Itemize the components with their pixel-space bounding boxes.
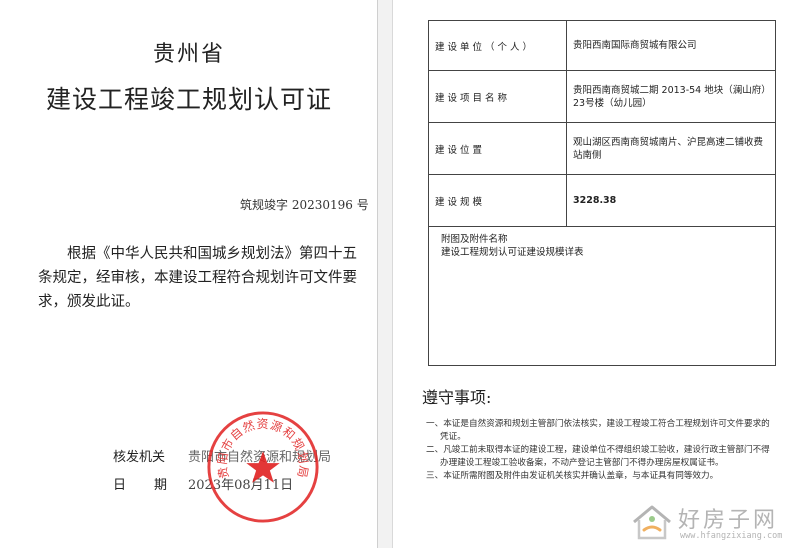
province-heading: 贵州省	[152, 42, 225, 67]
rules-list: 一、本证是自然资源和规划主管部门依法核实，建设工程竣工符合工程规划许可文件要求的…	[426, 418, 778, 484]
watermark-name: 好房子网	[678, 508, 779, 533]
row-label-scale: 建设规模	[428, 174, 567, 227]
row-label-location: 建设位置	[428, 122, 567, 175]
table-row: 建设单位（个人） 贵阳西南国际商贸城有限公司	[428, 20, 776, 71]
list-item: 三、本证所需附图及附件由发证机关核实并确认盖章，与本证具有同等效力。	[426, 471, 719, 481]
certificate-title: 建设工程竣工规划认可证	[45, 85, 332, 114]
table-row: 建设项目名称 贵阳西南商贸城二期 2013-54 地块（澜山府）23号楼（幼儿园…	[428, 70, 776, 123]
certificate-cover-page: 贵州省 建设工程竣工规划认可证 筑规竣字 20230196 号 根据《中华人民共…	[0, 0, 378, 548]
row-value-builder: 贵阳西南国际商贸城有限公司	[566, 20, 776, 71]
row-label-project-name: 建设项目名称	[428, 70, 567, 123]
attachments-box: 附图及附件名称 建设工程规划认可证建设规模详表	[428, 226, 776, 366]
table-row: 建设规模 3228.38	[428, 174, 776, 227]
date-label: 日期	[113, 478, 196, 493]
attachments-label: 附图及附件名称	[441, 234, 508, 245]
list-item: 二、凡竣工前未取得本证的建设工程，建设单位不得组织竣工验收，建设行政主管部门不得…	[426, 445, 770, 468]
list-item: 一、本证是自然资源和规划主管部门依法核实，建设工程竣工符合工程规划许可文件要求的…	[426, 419, 770, 442]
certificate-statement: 根据《中华人民共和国城乡规划法》第四十五条规定，经审核，本建设工程符合规划许可文…	[38, 246, 357, 310]
certificate-number: 筑规竣字 20230196 号	[240, 198, 369, 212]
official-seal-icon: 贵阳市自然资源和规划局	[207, 411, 319, 523]
row-label-builder: 建设单位（个人）	[428, 20, 567, 71]
house-logo-icon	[633, 505, 671, 540]
rules-title: 遵守事项:	[422, 388, 492, 407]
table-row: 建设位置 观山湖区西南商贸城南片、沪昆高速二铺收费站南侧	[428, 122, 776, 175]
site-watermark: 好房子网 www.hfangzixiang.com	[600, 498, 800, 548]
row-value-scale: 3228.38	[566, 174, 776, 227]
row-value-project-name: 贵阳西南商贸城二期 2013-54 地块（澜山府）23号楼（幼儿园）	[566, 70, 776, 123]
page-divider	[378, 0, 392, 548]
watermark-url: www.hfangzixiang.com	[680, 531, 783, 541]
issuer-label: 核发机关	[113, 450, 166, 465]
row-value-location: 观山湖区西南商贸城南片、沪昆高速二铺收费站南侧	[566, 122, 776, 175]
attachments-value: 建设工程规划认可证建设规模详表	[441, 247, 584, 258]
project-info-table: 建设单位（个人） 贵阳西南国际商贸城有限公司 建设项目名称 贵阳西南商贸城二期 …	[428, 20, 776, 227]
